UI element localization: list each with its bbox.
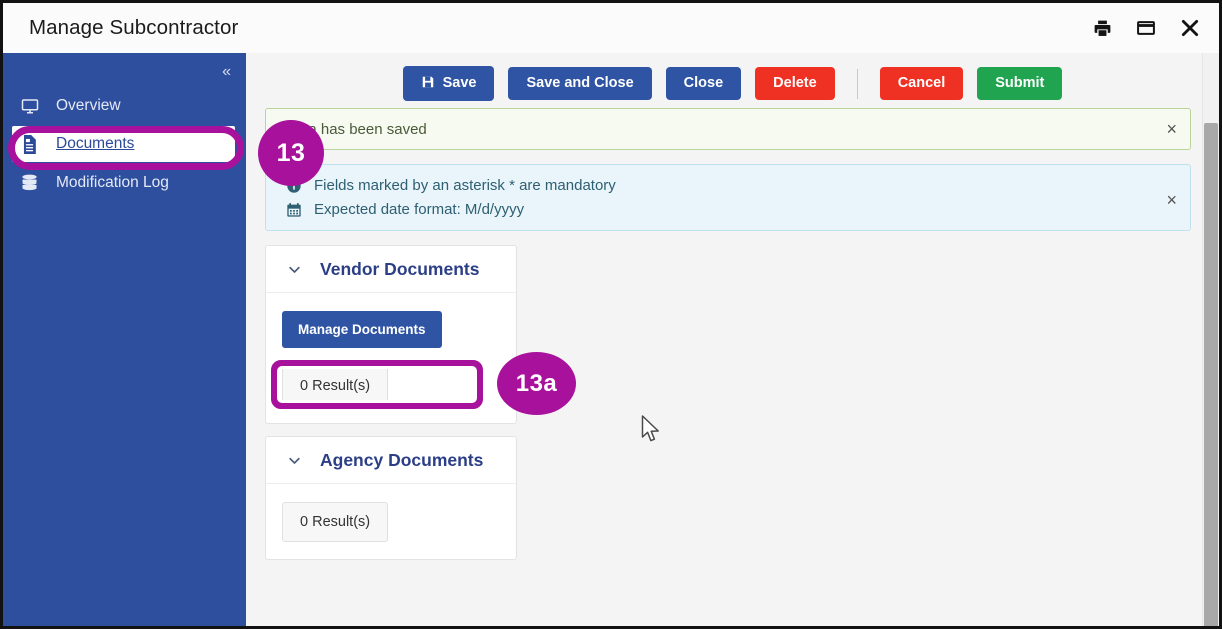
chevron-double-left-icon: « [222,63,229,81]
maximize-icon[interactable] [1135,17,1157,39]
info-alert-line-date-format: Expected date format: M/d/yyyy [285,201,524,218]
agency-documents-card-body: 0 Result(s) [266,484,516,559]
info-alert-text-1: Fields marked by an asterisk * are manda… [314,177,616,194]
delete-button-label: Delete [773,76,817,91]
agency-documents-card-header[interactable]: Agency Documents [266,437,516,484]
submit-button[interactable]: Submit [977,67,1062,100]
sidebar-item-documents[interactable]: Documents [12,126,235,162]
action-toolbar: Save Save and Close Close Delete Cancel … [246,53,1219,108]
database-icon [20,173,39,192]
title-bar: Manage Subcontractor [3,3,1219,53]
page-title: Manage Subcontractor [29,16,238,40]
vendor-documents-card-title: Vendor Documents [320,259,479,280]
agency-documents-card: Agency Documents 0 Result(s) [265,436,517,560]
annotation-badge-13: 13 [258,120,324,186]
vendor-documents-result-count: 0 Result(s) [282,366,388,406]
manage-documents-button-label: Manage Documents [298,322,426,337]
success-alert: Data has been saved × [265,108,1191,150]
main-content: Save Save and Close Close Delete Cancel … [246,53,1219,626]
close-icon[interactable] [1179,17,1201,39]
save-icon [421,75,435,93]
sidebar-item-overview[interactable]: Overview [3,85,246,126]
sidebar-item-label: Modification Log [56,174,169,192]
document-icon [20,135,39,154]
agency-documents-card-title: Agency Documents [320,450,483,471]
window-controls [1091,17,1201,39]
save-button-label: Save [443,76,477,91]
sidebar-item-label: Documents [56,135,134,153]
success-alert-close-icon[interactable]: × [1166,120,1177,138]
close-button-label: Close [684,76,724,91]
save-and-close-button[interactable]: Save and Close [508,67,651,100]
sidebar-item-label: Overview [56,97,121,115]
delete-button[interactable]: Delete [755,67,835,100]
chevron-down-icon [287,453,302,468]
submit-button-label: Submit [995,76,1044,91]
cancel-button-label: Cancel [898,76,946,91]
calendar-icon [285,201,302,218]
vendor-documents-card-body: Manage Documents 0 Result(s) [266,293,516,423]
chevron-down-icon [287,262,302,277]
info-alert-text-2: Expected date format: M/d/yyyy [314,201,524,218]
manage-documents-button[interactable]: Manage Documents [282,311,442,348]
print-icon[interactable] [1091,17,1113,39]
save-and-close-button-label: Save and Close [526,76,633,91]
toolbar-divider [857,69,858,99]
sidebar-item-modification-log[interactable]: Modification Log [3,162,246,203]
info-alert-close-icon[interactable]: × [1166,191,1177,209]
vendor-documents-card-header[interactable]: Vendor Documents [266,246,516,293]
info-alert: Fields marked by an asterisk * are manda… [265,164,1191,231]
info-alert-line-mandatory: Fields marked by an asterisk * are manda… [285,177,616,194]
close-button[interactable]: Close [666,67,742,100]
sidebar-collapse-button[interactable]: « [3,59,246,85]
application-window: Manage Subcontractor [0,0,1222,629]
cancel-button[interactable]: Cancel [880,67,964,100]
monitor-icon [20,96,39,115]
sidebar: « Overview Doc [3,53,246,629]
agency-documents-result-count: 0 Result(s) [282,502,388,542]
save-button[interactable]: Save [403,66,495,102]
vertical-scrollbar-thumb[interactable] [1204,123,1218,629]
annotation-badge-13a: 13a [497,352,576,415]
vendor-documents-card: Vendor Documents Manage Documents 0 Resu… [265,245,517,424]
